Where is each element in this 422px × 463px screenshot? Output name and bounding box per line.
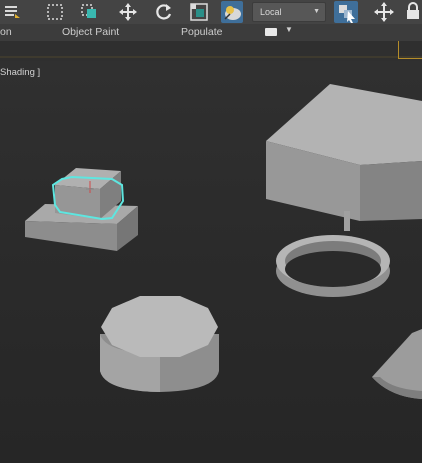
reference-coordinate-value: Local — [260, 7, 282, 17]
perspective-viewport[interactable]: Shading ] — [0, 61, 422, 463]
ribbon-panel-strip — [0, 41, 422, 61]
menu-lines-icon[interactable] — [0, 1, 22, 23]
scale-icon[interactable] — [188, 1, 210, 23]
move-icon[interactable] — [117, 1, 139, 23]
ribbon-options-chevron-icon[interactable]: ▼ — [285, 25, 293, 34]
select-manipulate-icon[interactable] — [373, 1, 395, 23]
app-window: Local ▼ on Object Paint Populate ▼ Shadi… — [0, 0, 422, 463]
lock-icon[interactable] — [404, 1, 422, 23]
panel-divider — [0, 56, 422, 58]
panel-edge-highlight — [398, 41, 422, 59]
region-select-icon[interactable] — [44, 1, 66, 23]
rotate-icon[interactable] — [153, 1, 175, 23]
small-box-object[interactable] — [25, 168, 138, 251]
ribbon-options-icon[interactable] — [265, 28, 277, 36]
tab-object-paint[interactable]: Object Paint — [62, 26, 119, 38]
tube-ring-object[interactable] — [276, 235, 390, 297]
cylinder-object[interactable] — [100, 296, 219, 392]
pivot-center-icon[interactable] — [334, 1, 358, 23]
placement-icon[interactable] — [221, 1, 243, 23]
tab-selection[interactable]: on — [0, 26, 12, 38]
tab-populate[interactable]: Populate — [181, 26, 222, 38]
cone-object[interactable] — [372, 329, 422, 399]
main-toolbar: Local ▼ — [0, 0, 422, 25]
scene-canvas — [25, 84, 422, 399]
ribbon-tabs: on Object Paint Populate ▼ — [0, 24, 422, 42]
reference-coordinate-dropdown[interactable]: Local ▼ — [252, 2, 326, 22]
chevron-down-icon: ▼ — [313, 8, 320, 15]
large-box-object[interactable] — [266, 84, 422, 231]
window-crossing-icon[interactable] — [78, 1, 100, 23]
